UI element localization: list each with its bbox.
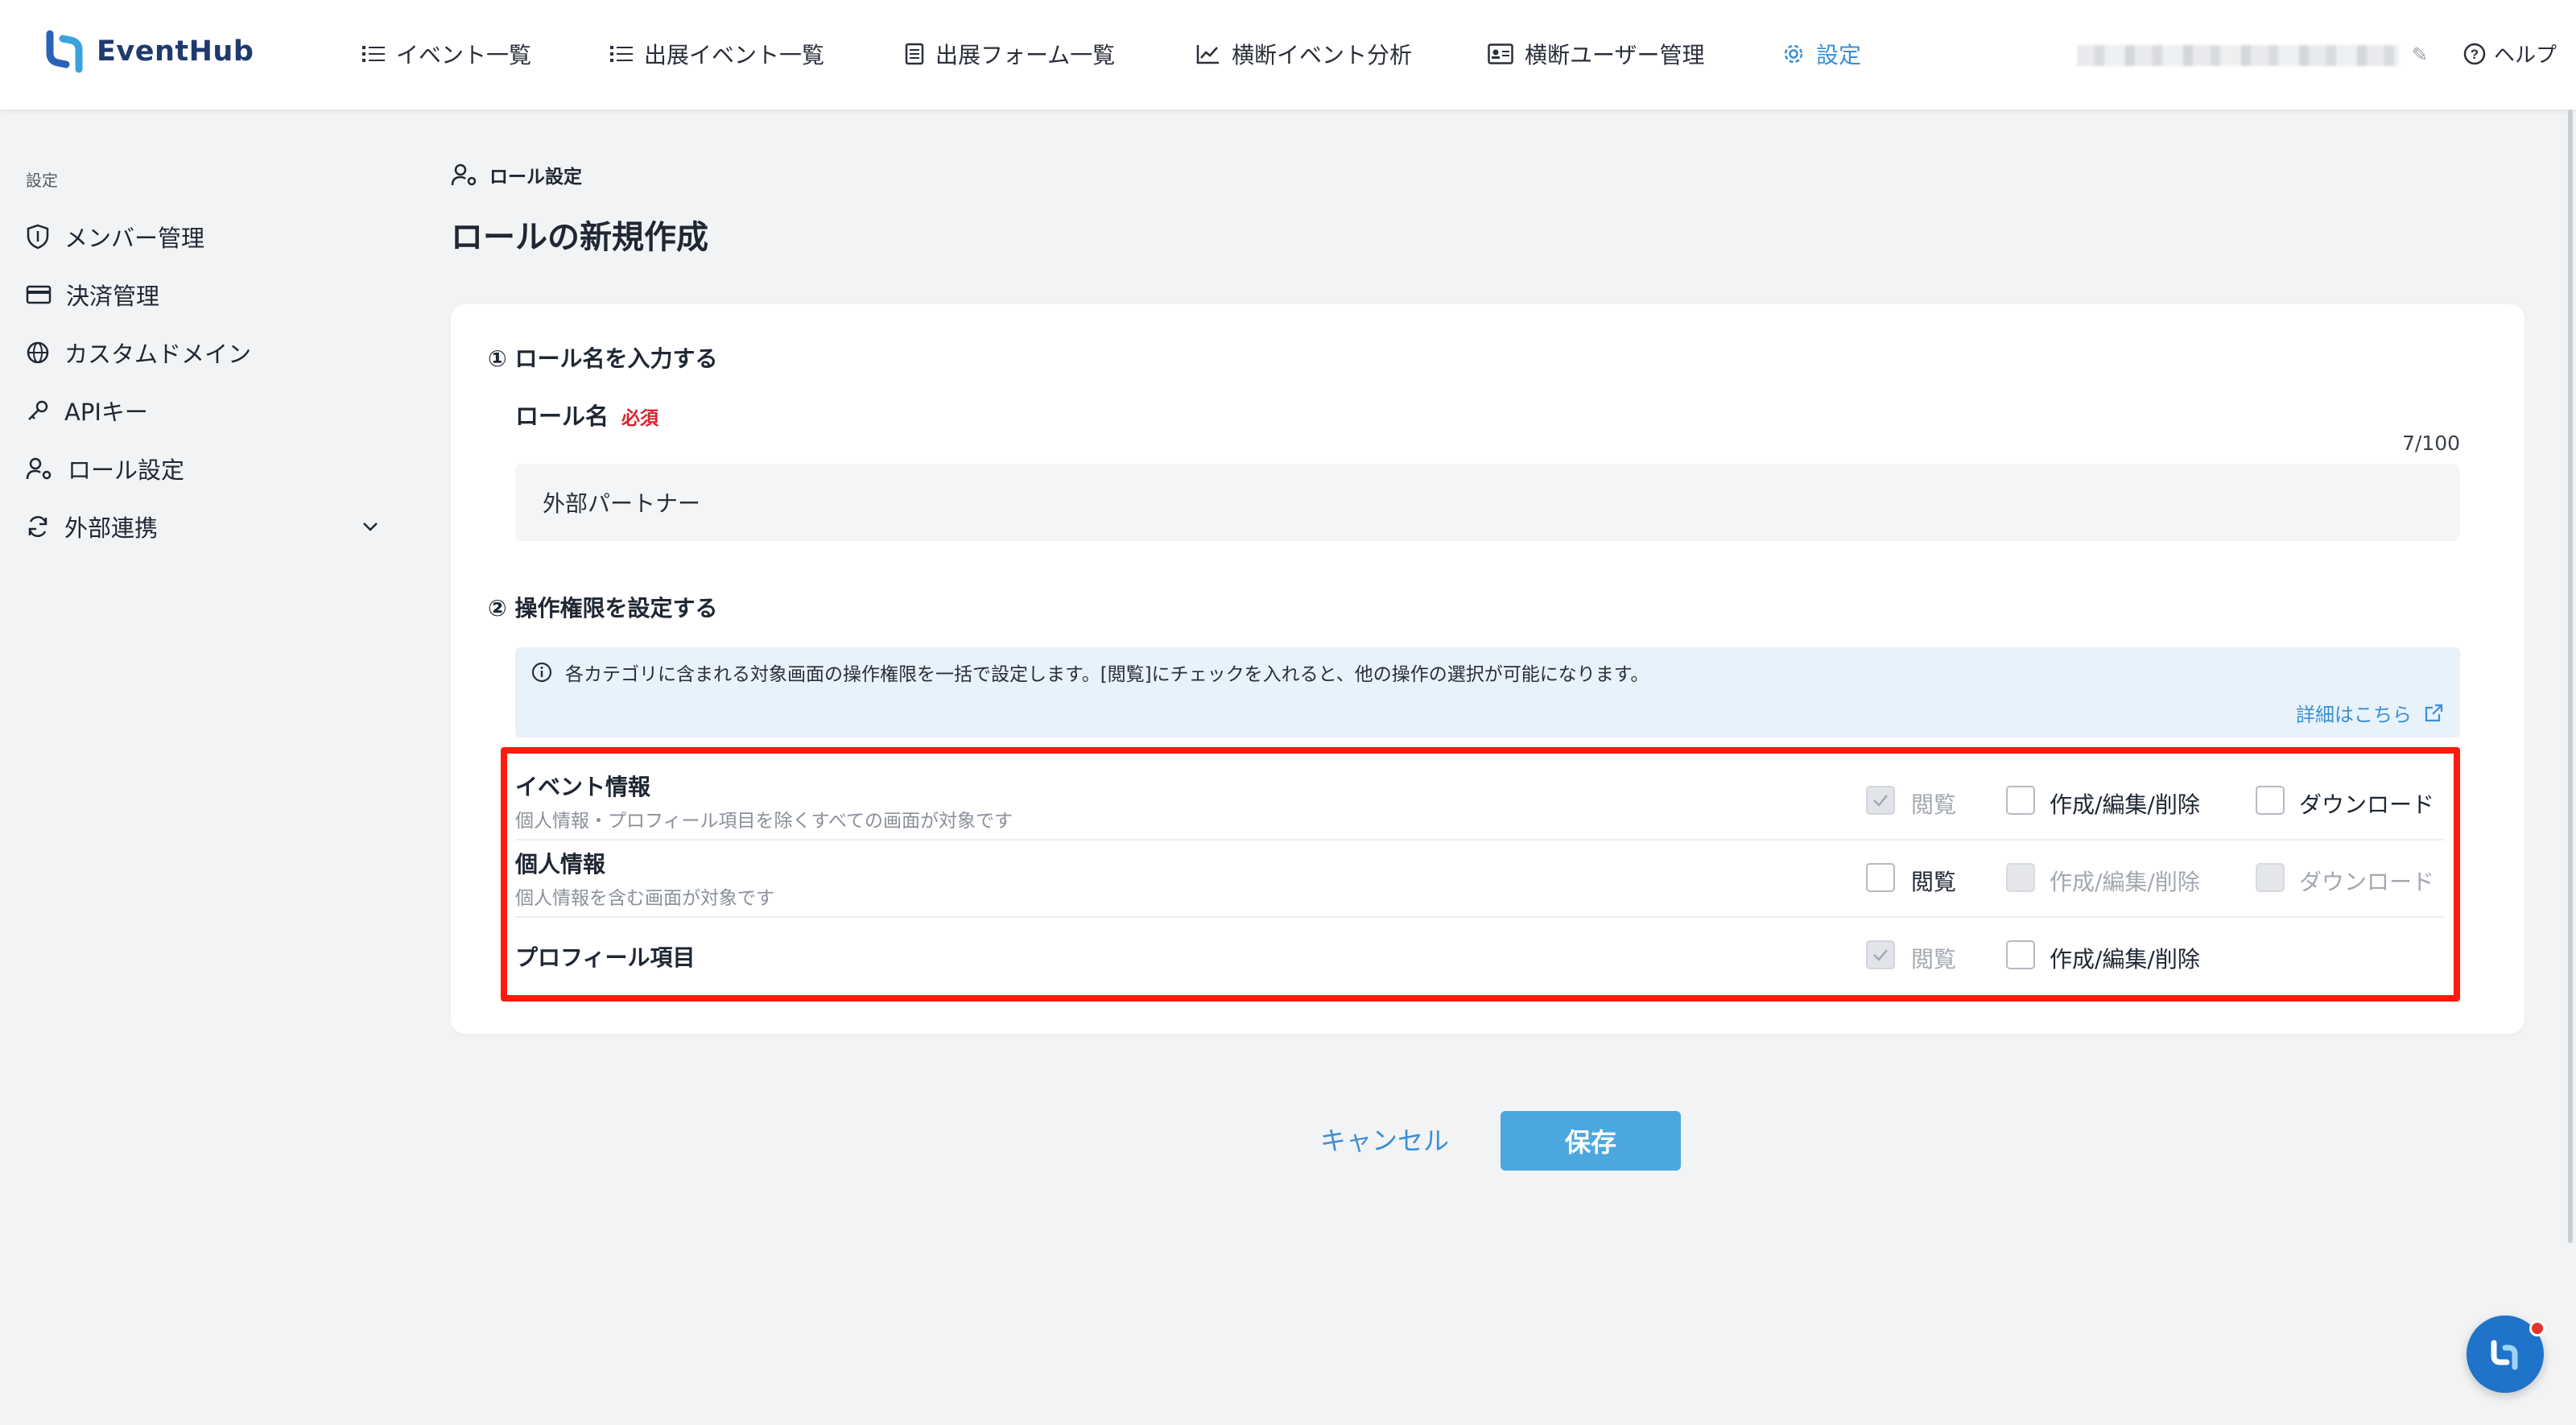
row-divider: [515, 916, 2444, 918]
step2-title: ② 操作権限を設定する: [488, 595, 718, 622]
key-icon: [28, 400, 48, 420]
nav-settings[interactable]: 設定: [1782, 35, 1861, 72]
chart-line-icon: [1196, 45, 1219, 64]
breadcrumb: ロール設定: [451, 161, 582, 188]
external-link-icon: [2425, 704, 2443, 721]
personal-info-edit-checkbox[interactable]: [2006, 863, 2035, 892]
sidebar-item-role-settings[interactable]: ロール設定: [26, 446, 380, 491]
checkbox-label: 作成/編集/削除: [2050, 869, 2200, 895]
eventhub-logo[interactable]: EventHub: [43, 29, 254, 74]
checkbox-label: ダウンロード: [2299, 791, 2435, 818]
permission-description: 個人情報・プロフィール項目を除くすべての画面が対象です: [515, 811, 1013, 832]
profile-items-edit-checkbox[interactable]: [2006, 940, 2035, 969]
checkbox-label: 閲覧: [1911, 946, 1957, 973]
pencil-icon[interactable]: ✎: [2412, 43, 2428, 66]
nav-label: 出展イベント一覧: [644, 42, 825, 68]
page-scrollbar[interactable]: [2568, 109, 2573, 1243]
top-header: EventHub イベント一覧 出展イベント一覧 出展フォーム一覧 横断イベント…: [0, 0, 2576, 109]
sidebar-item-api-key[interactable]: APIキー: [26, 388, 380, 433]
page-title: ロールの新規作成: [451, 219, 708, 256]
form-icon: [905, 43, 924, 65]
event-info-download-checkbox[interactable]: [2256, 786, 2285, 815]
required-badge: 必須: [621, 408, 659, 429]
id-card-icon: [1488, 43, 1513, 64]
character-counter: 7/100: [2401, 432, 2460, 455]
sidebar-item-label: 外部連携: [64, 514, 159, 542]
user-account-blurred[interactable]: [2077, 45, 2399, 66]
role-name-label-text: ロール名: [515, 403, 609, 430]
save-button[interactable]: 保存: [1501, 1111, 1681, 1171]
help-link[interactable]: ? ヘルプ: [2463, 39, 2557, 68]
nav-label: 横断ユーザー管理: [1525, 42, 1705, 68]
svg-text:?: ?: [2471, 47, 2479, 62]
user-gear-icon: [451, 163, 477, 186]
nav-label: イベント一覧: [396, 42, 532, 68]
sidebar-item-label: APIキー: [64, 399, 148, 426]
permission-name: プロフィール項目: [515, 944, 696, 971]
sidebar-item-integrations[interactable]: 外部連携: [26, 504, 380, 549]
row-divider: [515, 839, 2444, 841]
checkbox-label: ダウンロード: [2299, 869, 2435, 895]
nav-label: 横断イベント分析: [1232, 42, 1413, 68]
role-name-input[interactable]: [515, 464, 2460, 541]
app-name: EventHub: [97, 35, 254, 68]
nav-label: 設定: [1816, 42, 1862, 68]
nav-cross-user-management[interactable]: 横断ユーザー管理: [1488, 35, 1704, 72]
nav-label: 出展フォーム一覧: [935, 42, 1116, 68]
credit-card-icon: [26, 285, 52, 304]
sidebar-heading: 設定: [26, 171, 58, 190]
nav-event-list[interactable]: イベント一覧: [362, 35, 531, 72]
list-icon: [610, 46, 633, 62]
checkbox-label: 作成/編集/削除: [2050, 791, 2200, 818]
personal-info-view-checkbox[interactable]: [1866, 863, 1895, 892]
step1-title: ① ロール名を入力する: [488, 345, 718, 372]
checkbox-label: 作成/編集/削除: [2050, 946, 2200, 973]
help-label: ヘルプ: [2494, 43, 2557, 68]
eventhub-logo-icon: [43, 29, 85, 74]
permission-description: 個人情報を含む画面が対象です: [515, 888, 774, 909]
nav-exhibit-event-list[interactable]: 出展イベント一覧: [610, 35, 824, 72]
question-circle-icon: ?: [2463, 43, 2486, 64]
checkbox-label: 閲覧: [1911, 869, 1957, 895]
personal-info-download-checkbox[interactable]: [2256, 863, 2285, 892]
profile-items-view-checkbox[interactable]: [1866, 940, 1895, 969]
check-icon: [1873, 795, 1888, 807]
sidebar-item-label: 決済管理: [66, 283, 160, 310]
sidebar-item-label: ロール設定: [68, 456, 185, 484]
cancel-button[interactable]: キャンセル: [1288, 1109, 1481, 1169]
user-gear-icon: [26, 457, 52, 480]
list-icon: [362, 46, 385, 62]
shield-icon: [27, 224, 49, 250]
globe-icon: [27, 341, 49, 364]
chevron-down-icon[interactable]: [361, 520, 380, 533]
breadcrumb-label: ロール設定: [489, 167, 582, 188]
permission-name: 個人情報: [515, 851, 606, 878]
checkbox-label: 閲覧: [1911, 791, 1957, 818]
sync-icon: [28, 516, 47, 537]
role-name-label: ロール名 必須: [515, 398, 658, 432]
event-info-edit-checkbox[interactable]: [2006, 786, 2035, 815]
permission-name: イベント情報: [515, 774, 651, 800]
sidebar-item-members[interactable]: メンバー管理: [26, 214, 380, 259]
check-icon: [1873, 949, 1888, 961]
details-link[interactable]: 詳細はこちら: [2296, 699, 2444, 727]
event-info-view-checkbox[interactable]: [1866, 786, 1895, 815]
nav-exhibit-form-list[interactable]: 出展フォーム一覧: [905, 35, 1115, 72]
notification-dot: [2529, 1320, 2545, 1336]
details-link-label: 詳細はこちら: [2296, 704, 2412, 726]
nav-cross-event-analysis[interactable]: 横断イベント分析: [1196, 35, 1412, 72]
info-message: 各カテゴリに含まれる対象画面の操作権限を一括で設定します。[閲覧]にチェックを入…: [531, 659, 1649, 686]
sidebar-item-label: カスタムドメイン: [64, 341, 252, 368]
sidebar-item-custom-domain[interactable]: カスタムドメイン: [26, 330, 380, 375]
sidebar-item-label: メンバー管理: [64, 225, 205, 252]
info-icon: [531, 662, 552, 683]
sidebar-item-payments[interactable]: 決済管理: [26, 272, 380, 317]
gear-icon: [1784, 44, 1803, 64]
info-text: 各カテゴリに含まれる対象画面の操作権限を一括で設定します。[閲覧]にチェックを入…: [565, 664, 1649, 685]
